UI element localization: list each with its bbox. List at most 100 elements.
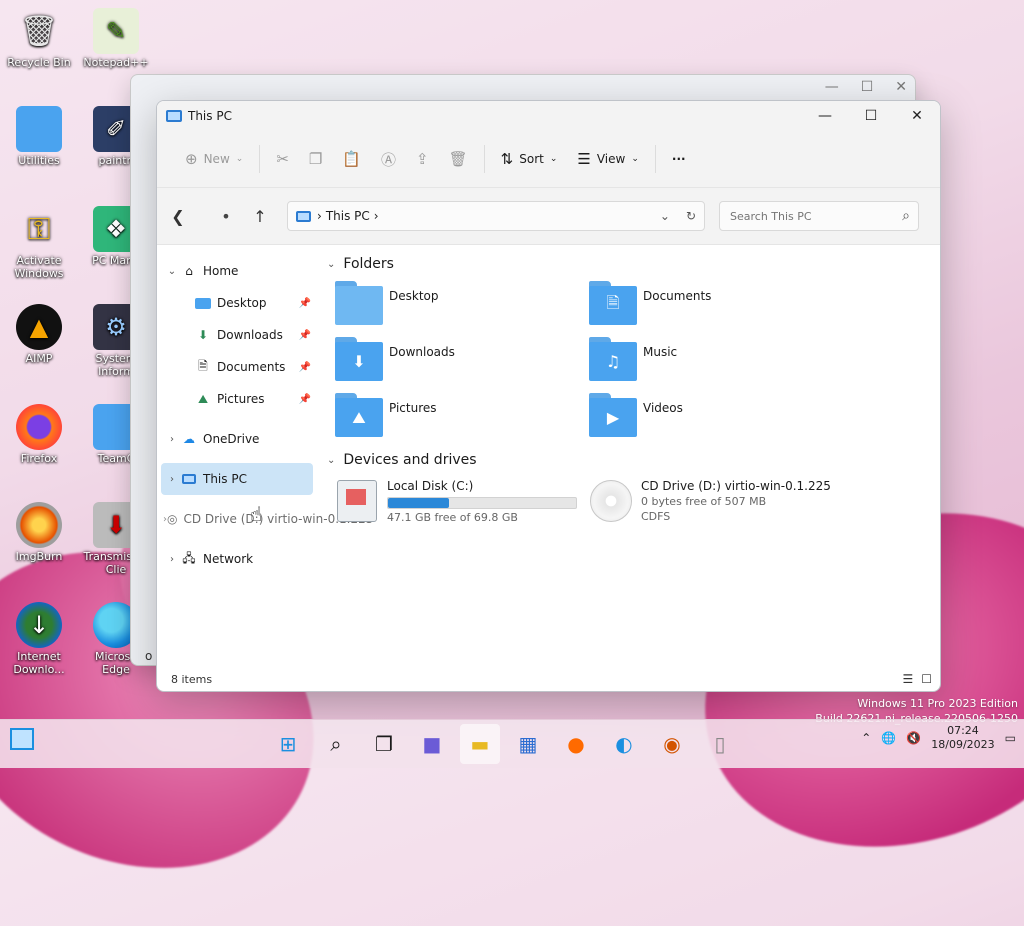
folder-icon <box>16 106 62 152</box>
nav-label: Documents <box>217 360 286 374</box>
desktop-icon-activate-windows[interactable]: ⚿ Activate Windows <box>3 206 75 281</box>
folder-desktop[interactable]: Desktop <box>335 281 589 329</box>
desktop-icon-internet-download-manager[interactable]: ↓ Internet Downlo... <box>3 602 75 676</box>
folder-videos[interactable]: ▶ Videos <box>589 393 843 441</box>
nav-item-onedrive[interactable]: › ☁ OneDrive <box>157 423 317 455</box>
copy-button[interactable]: ❐ <box>299 143 332 175</box>
desktop-icon-label: Internet Downlo... <box>13 650 65 676</box>
nav-item-network[interactable]: › 🖧 Network <box>157 543 317 575</box>
arrow-left-icon: ❮ <box>171 206 185 226</box>
desktop-icon-aimp[interactable]: ▲ AIMP <box>3 304 75 365</box>
desktop-icon-utilities[interactable]: Utilities <box>3 106 75 167</box>
firefox-taskbar-button[interactable]: ● <box>556 724 596 764</box>
start-button[interactable]: ⊞ <box>268 724 308 764</box>
this-pc-icon <box>181 472 197 486</box>
delete-button[interactable]: 🗑 <box>439 143 478 175</box>
see-more-button[interactable]: ··· <box>662 143 696 175</box>
section-title: Folders <box>343 256 394 272</box>
folder-documents[interactable]: 🗎 Documents <box>589 281 843 329</box>
rename-icon: Ⓐ <box>381 150 397 169</box>
cd-icon <box>589 479 633 523</box>
desktop-icon-label: AIMP <box>25 352 53 365</box>
drive-cd-d[interactable]: CD Drive (D:) virtio-win-0.1.225 0 bytes… <box>589 479 843 524</box>
breadcrumb-this-pc[interactable]: This PC <box>326 209 370 223</box>
notepad-taskbar-button[interactable]: ▯ <box>700 724 740 764</box>
folder-pictures[interactable]: ⛰ Pictures <box>335 393 589 441</box>
command-bar: ⊕ New ⌄ ✂ ❐ 📋 Ⓐ ⇪ 🗑 ⇅ Sort ⌄ ☰ View ⌄ ··… <box>157 131 940 188</box>
desktop-icon-firefox[interactable]: Firefox <box>3 404 75 465</box>
maximize-icon[interactable]: ☐ <box>861 79 874 95</box>
minimize-button[interactable]: — <box>802 101 848 131</box>
store-taskbar-button[interactable]: ▦ <box>508 724 548 764</box>
nav-item-pictures[interactable]: ⛰ Pictures 📌 <box>157 383 317 415</box>
desktop-icon-notepadpp[interactable]: ✎ Notepad++ <box>80 8 152 69</box>
back-button[interactable]: ❮ <box>161 199 195 233</box>
refresh-icon[interactable]: ↻ <box>686 209 696 223</box>
nav-item-documents[interactable]: 🗎 Documents 📌 <box>157 351 317 383</box>
chevron-right-icon[interactable]: › <box>163 474 181 485</box>
folder-music[interactable]: ♫ Music <box>589 337 843 385</box>
chevron-down-icon: ⌄ <box>235 154 244 164</box>
drives-section-header[interactable]: ⌄ Devices and drives <box>327 449 940 471</box>
watermark-line: Windows 11 Pro 2023 Edition <box>857 697 1018 710</box>
details-view-icon[interactable]: ☰ <box>902 672 913 686</box>
tiles-view-icon[interactable]: ☐ <box>921 672 932 686</box>
title-bar[interactable]: This PC — ☐ ✕ <box>157 101 940 131</box>
edge-icon: ◐ <box>615 732 633 756</box>
minimize-icon[interactable]: — <box>825 79 839 95</box>
file-explorer-taskbar-button[interactable]: ▬ <box>460 724 500 764</box>
edge-taskbar-button[interactable]: ◐ <box>604 724 644 764</box>
notification-icon[interactable]: ▭ <box>1005 731 1016 745</box>
desktop-folder-icon <box>195 297 211 309</box>
pin-icon: 📌 <box>298 297 311 309</box>
folder-downloads[interactable]: ⬇ Downloads <box>335 337 589 385</box>
close-button[interactable]: ✕ <box>894 101 940 131</box>
drive-free-space: 0 bytes free of 507 MB <box>641 495 767 508</box>
cut-button[interactable]: ✂ <box>266 143 299 175</box>
chevron-down-icon[interactable]: ⌄ <box>660 209 670 223</box>
drive-filesystem: CDFS <box>641 510 671 523</box>
address-bar[interactable]: › This PC › ⌄ ↻ <box>287 201 705 231</box>
chat-button[interactable]: ■ <box>412 724 452 764</box>
nav-item-home[interactable]: ⌄ ⌂ Home <box>157 255 317 287</box>
view-button[interactable]: ☰ View ⌄ <box>567 143 648 175</box>
maximize-button[interactable]: ☐ <box>848 101 894 131</box>
volume-muted-icon[interactable]: 🔇 <box>906 731 921 745</box>
nav-item-this-pc[interactable]: › This PC <box>161 463 313 495</box>
chevron-right-icon[interactable]: › <box>163 434 181 445</box>
clock[interactable]: 07:24 18/09/2023 <box>931 724 994 752</box>
window-controls: — ☐ ✕ <box>802 101 940 131</box>
desktop-icon-recycle-bin[interactable]: 🗑 Recycle Bin <box>3 8 75 70</box>
widgets-button[interactable] <box>10 728 34 750</box>
search-input[interactable] <box>728 208 903 224</box>
more-icon: ··· <box>671 152 686 166</box>
folders-section-header[interactable]: ⌄ Folders <box>327 253 940 275</box>
nav-item-cd-drive[interactable]: › ◎ CD Drive (D:) virtio-win-0.1.225 <box>157 503 373 535</box>
drive-local-disk-c[interactable]: Local Disk (C:) 47.1 GB free of 69.8 GB <box>335 479 589 524</box>
nav-item-desktop[interactable]: Desktop 📌 <box>157 287 317 319</box>
window-title: This PC <box>188 109 232 123</box>
breadcrumb-separator: › <box>373 209 379 223</box>
paste-button[interactable]: 📋 <box>332 143 371 175</box>
up-button[interactable]: ↑ <box>243 199 277 233</box>
new-button[interactable]: ⊕ New ⌄ <box>175 143 253 175</box>
imgburn-taskbar-button[interactable]: ◉ <box>652 724 692 764</box>
forward-button[interactable]: • <box>209 199 243 233</box>
nav-item-downloads[interactable]: ⬇ Downloads 📌 <box>157 319 317 351</box>
share-button[interactable]: ⇪ <box>406 143 439 175</box>
globe-icon[interactable]: 🌐 <box>881 731 896 745</box>
chevron-down-icon[interactable]: ⌄ <box>163 266 181 277</box>
search-button[interactable]: ⌕ <box>316 724 356 764</box>
chevron-up-icon[interactable]: ⌃ <box>861 731 871 745</box>
desktop-icon-label: Recycle Bin <box>7 56 71 69</box>
desktop-icon-imgburn[interactable]: ImgBurn <box>3 502 75 563</box>
rename-button[interactable]: Ⓐ <box>371 143 406 175</box>
chevron-right-icon[interactable]: › <box>163 554 181 565</box>
sort-button[interactable]: ⇅ Sort ⌄ <box>491 143 568 175</box>
close-icon[interactable]: ✕ <box>895 79 907 95</box>
downloads-folder-icon: ⬇ <box>335 337 383 381</box>
task-view-button[interactable]: ❐ <box>364 724 404 764</box>
search-box[interactable]: ⌕ <box>719 201 919 231</box>
folder-name: Downloads <box>389 345 455 359</box>
imgburn-icon: ◉ <box>663 732 681 756</box>
